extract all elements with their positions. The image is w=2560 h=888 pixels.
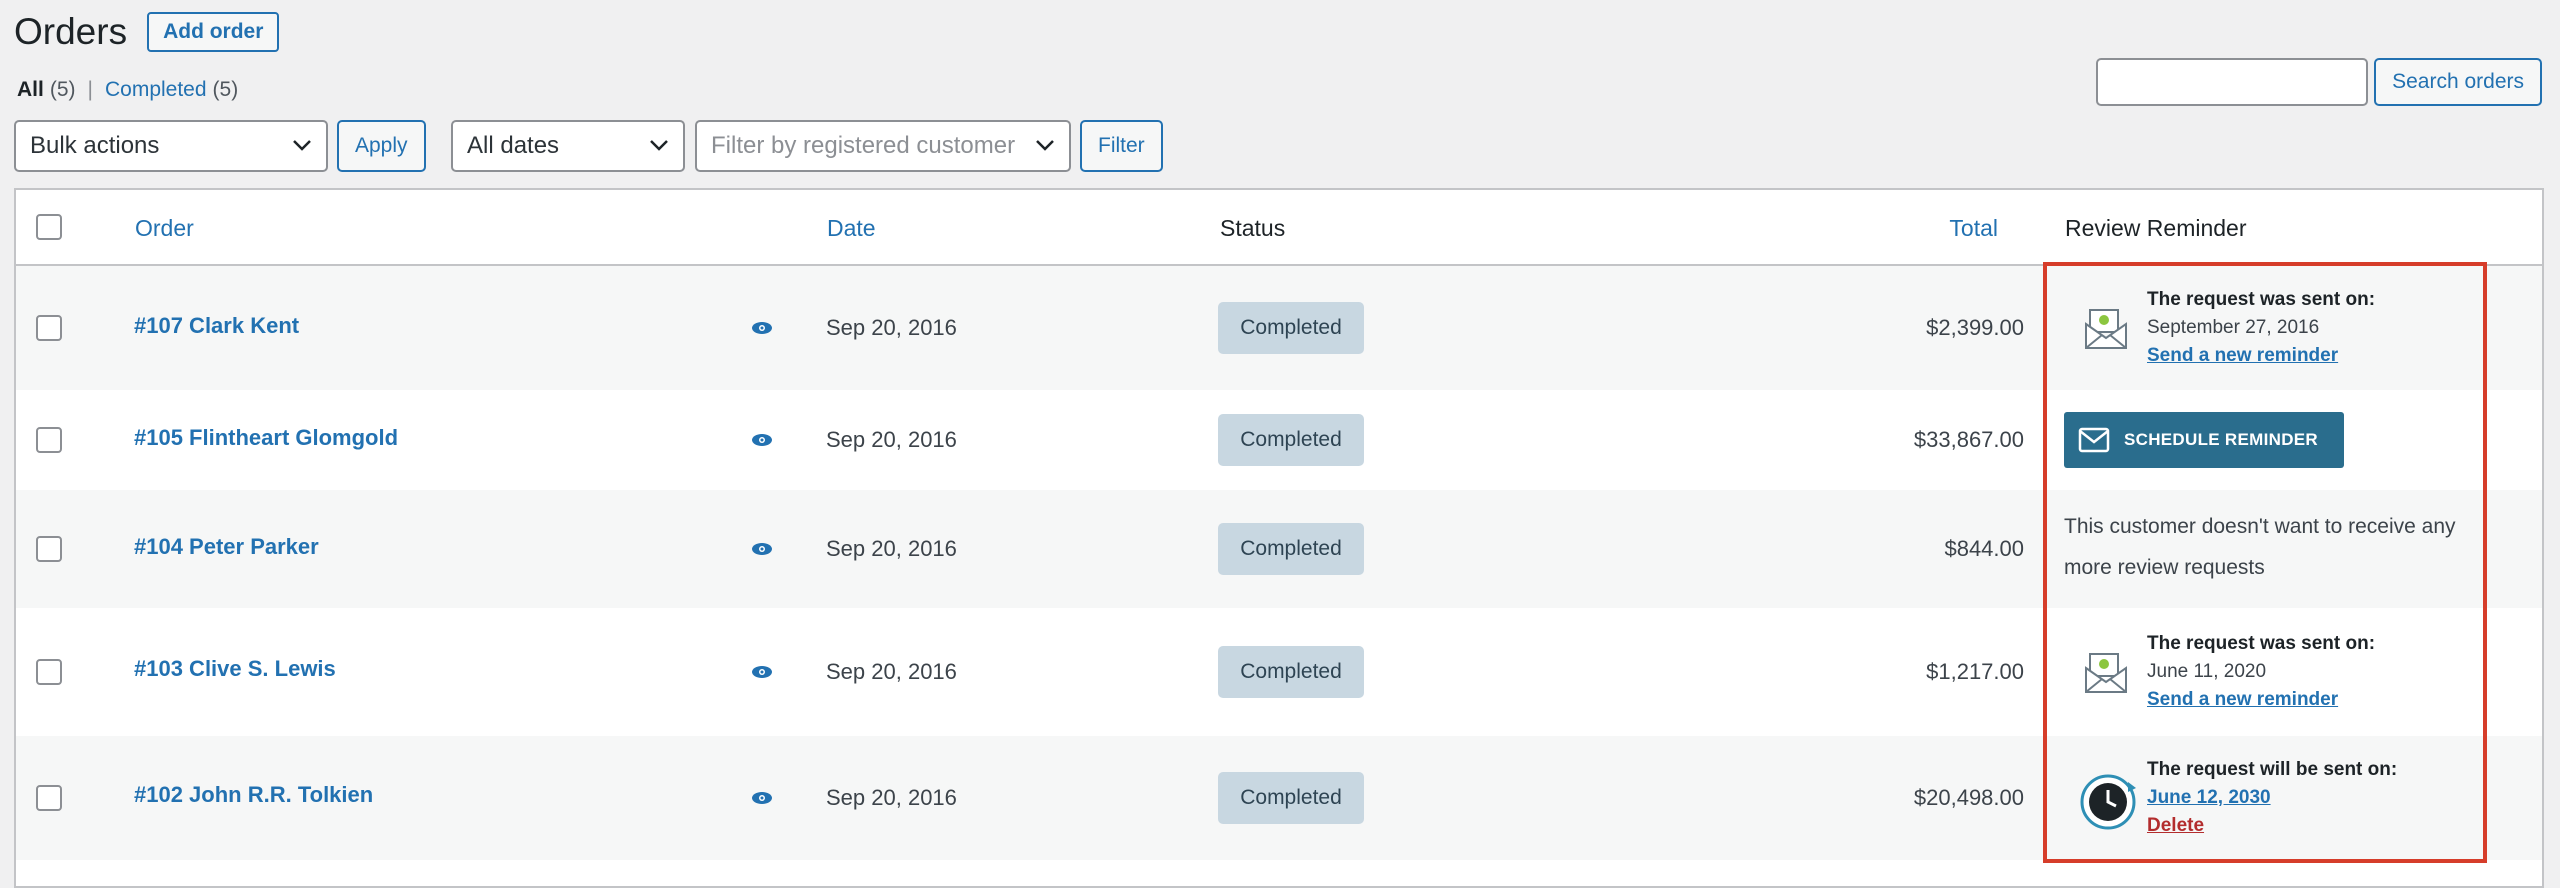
- table-row: #102 John R.R. Tolkien Sep 20, 2016 Comp…: [16, 736, 2542, 860]
- page-title: Orders: [14, 11, 128, 52]
- reminder-date: September 27, 2016: [2147, 317, 2320, 338]
- chevron-down-icon: [293, 140, 311, 151]
- order-link[interactable]: #107 Clark Kent: [134, 313, 299, 339]
- table-row: #103 Clive S. Lewis Sep 20, 2016 Complet…: [16, 608, 2542, 736]
- reminder-heading: The request was sent on:: [2147, 289, 2376, 310]
- send-new-reminder-link[interactable]: Send a new reminder: [2147, 342, 2375, 370]
- order-link[interactable]: #104 Peter Parker: [134, 534, 319, 560]
- send-new-reminder-link[interactable]: Send a new reminder: [2147, 686, 2375, 714]
- filter-button[interactable]: Filter: [1080, 120, 1163, 172]
- row-checkbox[interactable]: [36, 785, 62, 811]
- view-separator: |: [87, 78, 93, 101]
- page-header: Orders Add order: [14, 10, 280, 54]
- table-row: #105 Flintheart Glomgold Sep 20, 2016 Co…: [16, 390, 2542, 490]
- column-review-reminder: Review Reminder: [2065, 215, 2247, 241]
- optout-message: This customer doesn't want to receive an…: [2064, 515, 2456, 579]
- row-checkbox[interactable]: [36, 536, 62, 562]
- row-checkbox[interactable]: [36, 315, 62, 341]
- chevron-down-icon: [1036, 140, 1054, 151]
- column-order[interactable]: Order: [135, 214, 194, 242]
- schedule-reminder-label: SCHEDULE REMINDER: [2124, 430, 2319, 449]
- table-row: #107 Clark Kent Sep 20, 2016 Completed $…: [16, 266, 2542, 390]
- row-checkbox[interactable]: [36, 427, 62, 453]
- search-box: Search orders: [2096, 58, 2542, 106]
- select-all-checkbox[interactable]: [36, 214, 62, 240]
- order-link[interactable]: #103 Clive S. Lewis: [134, 656, 336, 682]
- view-eye-icon[interactable]: [751, 791, 773, 805]
- scheduled-date-link[interactable]: June 12, 2030: [2147, 784, 2397, 812]
- order-total: $20,498.00: [1913, 785, 2024, 810]
- order-date: Sep 20, 2016: [826, 785, 957, 810]
- schedule-reminder-button[interactable]: SCHEDULE REMINDER: [2064, 412, 2344, 468]
- status-badge: Completed: [1218, 523, 1364, 575]
- status-badge: Completed: [1218, 414, 1364, 466]
- column-status: Status: [1220, 215, 1286, 241]
- order-total: $1,217.00: [1926, 659, 2024, 684]
- order-date: Sep 20, 2016: [826, 659, 957, 684]
- customer-filter-select[interactable]: Filter by registered customer: [695, 120, 1071, 172]
- reminder-sent-info: The request was sent on: September 27, 2…: [2147, 286, 2375, 370]
- order-date: Sep 20, 2016: [826, 315, 957, 340]
- status-badge: Completed: [1218, 646, 1364, 698]
- dates-value: All dates: [467, 132, 560, 159]
- bulk-actions-value: Bulk actions: [30, 132, 160, 159]
- reminder-heading: The request was sent on:: [2147, 633, 2376, 654]
- view-eye-icon[interactable]: [751, 433, 773, 447]
- chevron-down-icon: [650, 140, 668, 151]
- search-orders-button[interactable]: Search orders: [2374, 58, 2542, 106]
- search-input[interactable]: [2096, 58, 2369, 106]
- bulk-actions-select[interactable]: Bulk actions: [14, 120, 328, 172]
- order-views: All (5) | Completed (5): [17, 78, 238, 102]
- reminder-sent-info: The request was sent on: June 11, 2020 S…: [2147, 630, 2375, 714]
- order-date: Sep 20, 2016: [826, 536, 957, 561]
- view-eye-icon[interactable]: [751, 665, 773, 679]
- table-header: Order Date Status Total Review Reminder: [16, 190, 2542, 266]
- view-eye-icon[interactable]: [751, 542, 773, 556]
- view-completed-link[interactable]: Completed: [105, 78, 207, 102]
- clock-icon: [2080, 774, 2136, 830]
- reminder-date: June 11, 2020: [2147, 661, 2267, 682]
- view-completed-count: (5): [212, 78, 239, 101]
- order-date: Sep 20, 2016: [826, 427, 957, 452]
- view-all-link[interactable]: All: [17, 78, 44, 102]
- order-total: $844.00: [1944, 536, 2024, 561]
- order-link[interactable]: #102 John R.R. Tolkien: [134, 782, 373, 808]
- table-row: #104 Peter Parker Sep 20, 2016 Completed…: [16, 490, 2542, 608]
- envelope-check-icon: [2085, 653, 2127, 693]
- apply-button[interactable]: Apply: [337, 120, 426, 172]
- reminder-heading: The request will be sent on:: [2147, 759, 2398, 780]
- dates-select[interactable]: All dates: [451, 120, 685, 172]
- order-link[interactable]: #105 Flintheart Glomgold: [134, 425, 398, 451]
- order-total: $2,399.00: [1926, 315, 2024, 340]
- delete-reminder-link[interactable]: Delete: [2147, 812, 2397, 840]
- reminder-scheduled-info: The request will be sent on: June 12, 20…: [2147, 756, 2397, 840]
- column-total[interactable]: Total: [1949, 214, 1998, 242]
- status-badge: Completed: [1218, 302, 1364, 354]
- view-eye-icon[interactable]: [751, 321, 773, 335]
- view-all-count: (5): [49, 78, 76, 101]
- add-order-button[interactable]: Add order: [147, 12, 280, 52]
- customer-filter-placeholder: Filter by registered customer: [711, 132, 1016, 159]
- status-badge: Completed: [1218, 772, 1364, 824]
- envelope-check-icon: [2085, 309, 2127, 349]
- orders-table: Order Date Status Total Review Reminder …: [14, 188, 2544, 888]
- mail-icon: [2078, 427, 2110, 453]
- column-date[interactable]: Date: [827, 214, 876, 242]
- row-checkbox[interactable]: [36, 659, 62, 685]
- order-total: $33,867.00: [1913, 427, 2024, 452]
